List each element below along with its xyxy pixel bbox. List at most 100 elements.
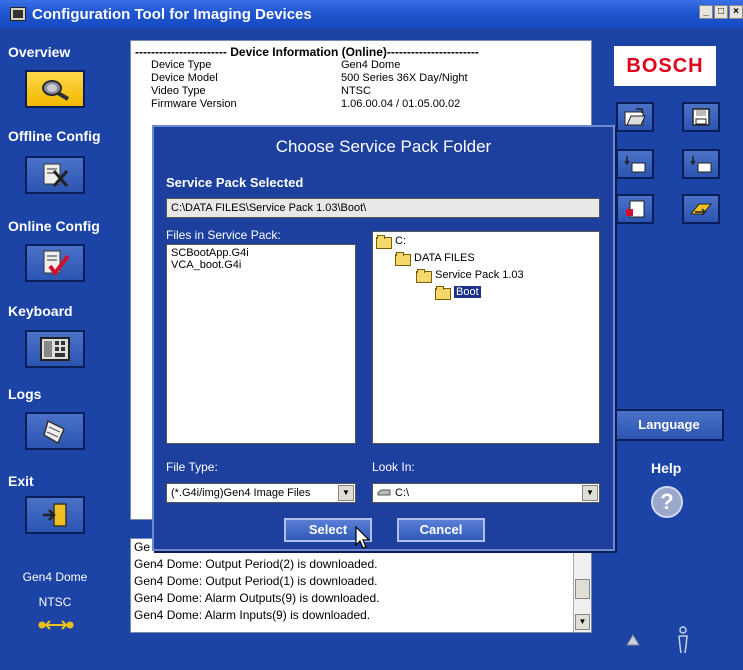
scroll-thumb[interactable] — [575, 579, 590, 599]
cancel-button[interactable]: Cancel — [397, 518, 485, 542]
sidebar: Overview Offline Config Online Config Ke… — [0, 28, 128, 670]
info-row: Device Model 500 Series 36X Day/Night — [131, 72, 591, 85]
tree-node-c[interactable]: C: — [376, 235, 406, 249]
exit-icon — [43, 503, 67, 527]
online-config-icon — [43, 250, 70, 277]
maximize-button[interactable]: □ — [714, 5, 728, 19]
app-window: Configuration Tool for Imaging Devices _… — [0, 0, 743, 670]
upload-device-icon — [690, 156, 712, 173]
window-controls: _ □ × — [698, 5, 743, 19]
transfer-button[interactable] — [682, 194, 720, 224]
info-value: 1.06.00.04 / 01.05.00.02 — [341, 98, 461, 110]
open-folder-icon — [624, 108, 646, 126]
upload-from-device-button[interactable] — [682, 149, 720, 179]
right-panel: BOSCH Language Help ? — [596, 36, 743, 670]
status-device: Gen4 Dome — [22, 570, 88, 584]
exit-button[interactable] — [25, 496, 85, 534]
download-to-device-button[interactable] — [616, 149, 654, 179]
log-scrollbar[interactable]: ▼ — [573, 539, 591, 632]
chevron-down-icon[interactable]: ▼ — [338, 485, 354, 501]
device-info-header: ----------------------- Device Informati… — [135, 45, 479, 59]
log-line: Gen4 Dome: Alarm Inputs(9) is downloaded… — [134, 608, 371, 622]
selected-path-field: C:\DATA FILES\Service Pack 1.03\Boot\ — [166, 198, 600, 218]
info-key: Device Type — [151, 59, 212, 71]
info-key: Device Model — [151, 72, 218, 84]
app-icon — [10, 7, 26, 21]
log-panel: Ge Gen4 Dome: Output Period(2) is downlo… — [130, 538, 592, 633]
sidebar-label-logs: Logs — [8, 386, 42, 402]
file-list[interactable]: SCBootApp.G4i VCA_boot.G4i — [166, 244, 356, 444]
open-folder-icon — [435, 286, 451, 300]
file-type-label: File Type: — [166, 460, 218, 474]
tree-node-label: DATA FILES — [414, 252, 475, 264]
keyboard-icon — [40, 337, 70, 361]
sidebar-label-exit: Exit — [8, 473, 34, 489]
sidebar-label-online-config: Online Config — [8, 218, 100, 234]
info-row: Video Type NTSC — [131, 85, 591, 98]
file-type-select[interactable]: (*.G4i/img)Gen4 Image Files ▼ — [166, 483, 356, 503]
info-value: NTSC — [341, 85, 371, 97]
connection-arrows-icon — [38, 620, 74, 630]
look-in-select[interactable]: C:\ ▼ — [372, 483, 600, 503]
open-folder-icon — [376, 235, 392, 249]
dialog-title: Choose Service Pack Folder — [275, 137, 492, 156]
list-item[interactable]: SCBootApp.G4i — [171, 247, 351, 259]
tree-node-label: C: — [395, 235, 406, 247]
log-line: Gen4 Dome: Output Period(1) is downloade… — [134, 574, 378, 588]
sidebar-label-overview: Overview — [8, 44, 71, 60]
transfer-icon — [689, 203, 713, 216]
tree-node-data-files[interactable]: DATA FILES — [395, 252, 475, 266]
chevron-down-icon[interactable]: ▼ — [582, 485, 598, 501]
save-button[interactable] — [682, 102, 720, 132]
offline-config-button[interactable] — [25, 156, 85, 194]
open-folder-icon — [395, 252, 411, 266]
mouse-cursor-icon — [355, 526, 371, 549]
look-in-label: Look In: — [372, 460, 415, 474]
status-video: NTSC — [38, 595, 72, 609]
scroll-down-arrow[interactable]: ▼ — [575, 614, 590, 630]
device-file-button[interactable] — [616, 194, 654, 224]
file-type-value: (*.G4i/img)Gen4 Image Files — [171, 487, 311, 499]
title-bar: Configuration Tool for Imaging Devices _… — [0, 0, 743, 28]
device-file-icon — [626, 200, 645, 218]
logs-button[interactable] — [25, 412, 85, 450]
help-label: Help — [651, 460, 682, 476]
sidebar-label-offline-config: Offline Config — [8, 128, 101, 144]
close-button[interactable]: × — [729, 5, 743, 19]
drive-icon — [377, 489, 391, 496]
sidebar-label-keyboard: Keyboard — [8, 303, 73, 319]
keyboard-button[interactable] — [25, 330, 85, 368]
bosch-logo: BOSCH — [614, 46, 716, 86]
offline-config-icon — [43, 163, 69, 187]
look-in-value: C:\ — [395, 487, 410, 499]
info-key: Video Type — [151, 85, 206, 97]
tree-node-label: Service Pack 1.03 — [435, 269, 524, 281]
open-folder-button[interactable] — [616, 102, 654, 132]
overview-button[interactable] — [25, 70, 85, 108]
log-line: Gen4 Dome: Alarm Outputs(9) is downloade… — [134, 591, 380, 605]
tree-node-service-pack[interactable]: Service Pack 1.03 — [416, 269, 524, 283]
info-row: Firmware Version 1.06.00.04 / 01.05.00.02 — [131, 98, 591, 111]
folder-tree[interactable]: C: DATA FILES Service Pack 1.03 Boot — [372, 231, 600, 444]
window-title: Configuration Tool for Imaging Devices — [32, 5, 312, 23]
warning-triangle-icon — [626, 634, 640, 646]
choose-service-pack-dialog: Choose Service Pack Folder Service Pack … — [152, 125, 615, 551]
service-pack-selected-label: Service Pack Selected — [166, 175, 304, 190]
save-disk-icon — [692, 108, 710, 126]
tree-node-label: Boot — [454, 286, 481, 298]
language-button[interactable]: Language — [614, 409, 724, 441]
info-value: Gen4 Dome — [341, 59, 401, 71]
files-in-service-pack-label: Files in Service Pack: — [166, 228, 281, 242]
info-row: Device Type Gen4 Dome — [131, 59, 591, 72]
magnifier-icon — [42, 80, 70, 101]
person-icon — [678, 626, 688, 654]
info-value: 500 Series 36X Day/Night — [341, 72, 468, 84]
help-icon[interactable]: ? — [651, 486, 683, 518]
online-config-button[interactable] — [25, 244, 85, 282]
logs-icon — [43, 419, 65, 445]
tree-node-boot[interactable]: Boot — [435, 286, 481, 300]
list-item[interactable]: VCA_boot.G4i — [171, 259, 351, 271]
log-line: Gen4 Dome: Output Period(2) is downloade… — [134, 557, 378, 571]
open-folder-icon — [416, 269, 432, 283]
minimize-button[interactable]: _ — [699, 5, 713, 19]
